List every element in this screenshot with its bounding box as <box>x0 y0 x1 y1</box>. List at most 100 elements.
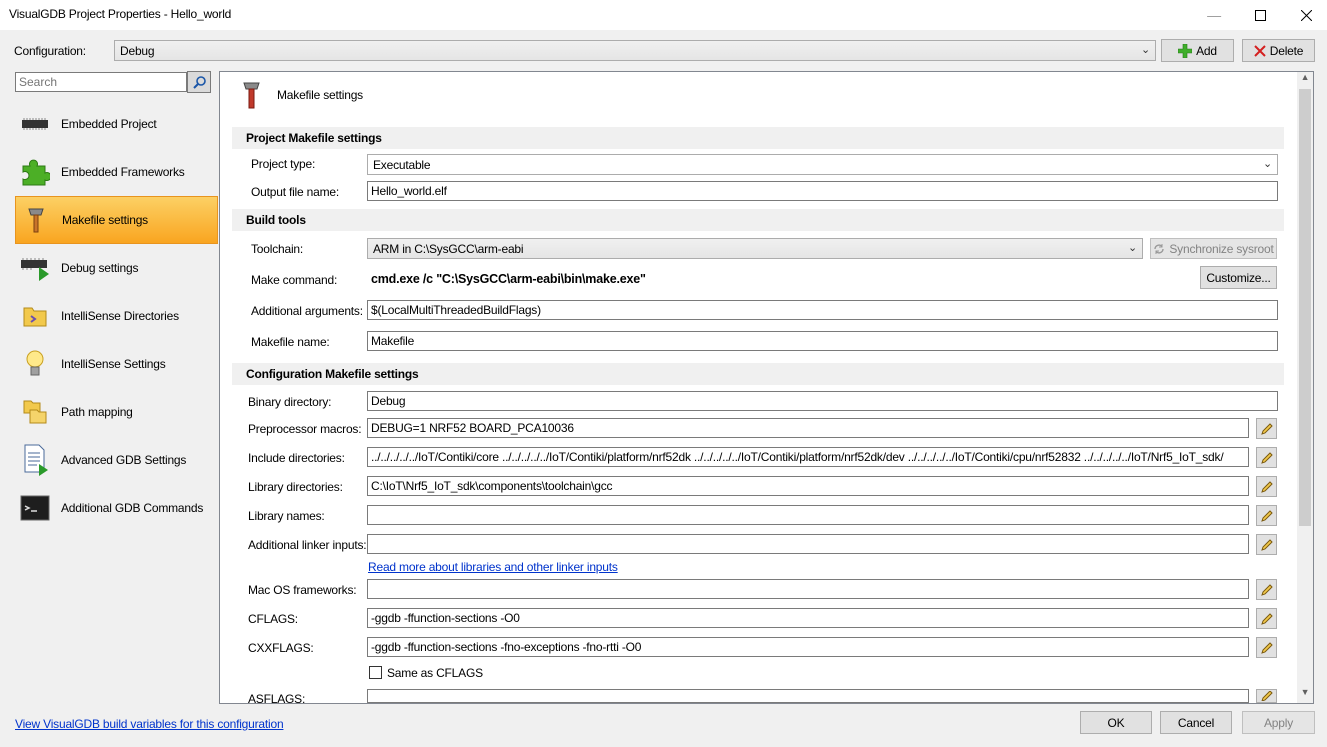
chevron-down-icon: ⌄ <box>1262 158 1272 170</box>
edit-asflags-button[interactable] <box>1256 689 1277 703</box>
library-names-field[interactable] <box>367 505 1249 525</box>
build-variables-link[interactable]: View VisualGDB build variables for this … <box>15 717 284 731</box>
search-button[interactable] <box>187 71 211 93</box>
chevron-down-icon: ⌄ <box>1127 242 1137 254</box>
plus-icon <box>1178 43 1193 58</box>
asflags-field[interactable] <box>367 689 1249 703</box>
output-file-field[interactable]: Hello_world.elf <box>367 181 1278 201</box>
close-icon <box>1300 9 1312 21</box>
delete-icon <box>1254 44 1266 57</box>
configuration-label: Configuration: <box>14 44 86 58</box>
vertical-scrollbar[interactable]: ▲ ▼ <box>1297 72 1313 703</box>
apply-label: Apply <box>1263 715 1294 730</box>
edit-libnames-button[interactable] <box>1256 505 1277 526</box>
cflags-field[interactable]: -ggdb -ffunction-sections -O0 <box>367 608 1249 628</box>
cancel-button[interactable]: Cancel <box>1160 711 1232 734</box>
binary-directory-field[interactable]: Debug <box>367 391 1278 411</box>
linker-inputs-field[interactable] <box>367 534 1249 554</box>
binary-directory-label: Binary directory: <box>248 395 332 409</box>
pencil-icon <box>1260 691 1273 701</box>
config-makefile-header: Configuration Makefile settings <box>232 363 1284 385</box>
synchronize-sysroot-button[interactable]: Synchronize sysroot <box>1150 238 1277 259</box>
cflags-label: CFLAGS: <box>248 612 298 626</box>
toolchain-select[interactable]: ARM in C:\SysGCC\arm-eabi ⌄ <box>367 238 1143 259</box>
scroll-up-icon[interactable]: ▲ <box>1297 72 1313 88</box>
same-as-cflags-label: Same as CFLAGS <box>387 666 483 680</box>
sidebar-item-embedded-frameworks[interactable]: Embedded Frameworks <box>15 148 218 196</box>
project-type-select[interactable]: Executable ⌄ <box>367 154 1278 175</box>
sidebar-item-debug-settings[interactable]: Debug settings <box>15 244 218 292</box>
output-file-label: Output file name: <box>251 185 339 199</box>
sidebar-item-label: IntelliSense Settings <box>61 357 166 371</box>
sidebar-item-label: Makefile settings <box>62 213 148 227</box>
sidebar-item-label: Advanced GDB Settings <box>61 453 187 467</box>
pencil-icon <box>1260 641 1273 654</box>
configuration-value: Debug <box>120 44 155 58</box>
lightbulb-icon <box>17 348 53 380</box>
sidebar-item-label: Debug settings <box>61 261 139 275</box>
configuration-select[interactable]: Debug ⌄ <box>114 40 1156 61</box>
cxxflags-label: CXXFLAGS: <box>248 641 314 655</box>
scroll-thumb[interactable] <box>1299 89 1311 526</box>
asflags-label: ASFLAGS: <box>248 692 306 706</box>
edit-cflags-button[interactable] <box>1256 608 1277 629</box>
sidebar-item-embedded-project[interactable]: Embedded Project <box>15 100 218 148</box>
sidebar-item-intellisense-settings[interactable]: IntelliSense Settings <box>15 340 218 388</box>
sidebar-item-label: Embedded Project <box>61 117 157 131</box>
edit-cxxflags-button[interactable] <box>1256 637 1277 658</box>
linker-inputs-link[interactable]: Read more about libraries and other link… <box>368 560 618 574</box>
edit-linker-button[interactable] <box>1256 534 1277 555</box>
synchronize-sysroot-label: Synchronize sysroot <box>1169 241 1274 256</box>
apply-button[interactable]: Apply <box>1242 711 1315 734</box>
makefile-name-field[interactable]: Makefile <box>367 331 1278 351</box>
macos-frameworks-label: Mac OS frameworks: <box>248 583 357 597</box>
make-command-field[interactable]: cmd.exe /c "C:\SysGCC\arm-eabi\bin\make.… <box>367 267 1200 290</box>
cancel-label: Cancel <box>1177 715 1215 730</box>
project-type-value: Executable <box>373 158 431 172</box>
linker-inputs-label: Additional linker inputs: <box>248 538 367 552</box>
maximize-button[interactable] <box>1237 0 1283 30</box>
close-button[interactable] <box>1283 0 1327 30</box>
minimize-button[interactable]: — <box>1191 0 1237 30</box>
pencil-icon <box>1260 480 1273 493</box>
sidebar-item-advanced-gdb-settings[interactable]: Advanced GDB Settings <box>15 436 218 484</box>
add-button[interactable]: Add <box>1161 39 1234 62</box>
project-makefile-header: Project Makefile settings <box>232 127 1284 149</box>
add-label: Add <box>1196 43 1217 58</box>
macos-frameworks-field[interactable] <box>367 579 1249 599</box>
preprocessor-macros-label: Preprocessor macros: <box>248 422 362 436</box>
makefile-name-label: Makefile name: <box>251 335 330 349</box>
additional-arguments-field[interactable]: $(LocalMultiThreadedBuildFlags) <box>367 300 1278 320</box>
chip-icon <box>17 108 53 140</box>
hammer-icon <box>243 82 260 109</box>
edit-macros-button[interactable] <box>1256 418 1277 439</box>
include-directories-field[interactable]: ../../../../../IoT/Contiki/core ../../..… <box>367 447 1249 467</box>
search-input[interactable] <box>15 72 187 92</box>
preprocessor-macros-field[interactable]: DEBUG=1 NRF52 BOARD_PCA10036 <box>367 418 1249 438</box>
window-title: VisualGDB Project Properties - Hello_wor… <box>9 7 232 21</box>
delete-button[interactable]: Delete <box>1242 39 1315 62</box>
sidebar-item-path-mapping[interactable]: Path mapping <box>15 388 218 436</box>
hammer-icon <box>18 204 54 236</box>
page-icon <box>241 80 263 113</box>
ok-button[interactable]: OK <box>1080 711 1152 734</box>
library-directories-field[interactable]: C:\IoT\Nrf5_IoT_sdk\components\toolchain… <box>367 476 1249 496</box>
sidebar-item-label: Path mapping <box>61 405 133 419</box>
edit-macos-button[interactable] <box>1256 579 1277 600</box>
cxxflags-field[interactable]: -ggdb -ffunction-sections -fno-exception… <box>367 637 1249 657</box>
edit-libdir-button[interactable] <box>1256 476 1277 497</box>
sidebar-item-label: IntelliSense Directories <box>61 309 179 323</box>
sidebar-item-makefile-settings[interactable]: Makefile settings <box>15 196 218 244</box>
pencil-icon <box>1260 612 1273 625</box>
build-tools-header: Build tools <box>232 209 1284 231</box>
customize-button[interactable]: Customize... <box>1200 266 1277 289</box>
same-as-cflags-checkbox[interactable] <box>369 666 382 679</box>
sidebar-item-intellisense-directories[interactable]: IntelliSense Directories <box>15 292 218 340</box>
folders-icon <box>17 396 53 428</box>
edit-include-button[interactable] <box>1256 447 1277 468</box>
scroll-down-icon[interactable]: ▼ <box>1297 687 1313 703</box>
sidebar-item-additional-gdb-commands[interactable]: Additional GDB Commands <box>15 484 218 532</box>
sidebar-nav: Embedded Project Embedded Frameworks Mak… <box>15 100 218 532</box>
toolchain-label: Toolchain: <box>251 242 304 256</box>
chevron-down-icon: ⌄ <box>1140 44 1150 56</box>
